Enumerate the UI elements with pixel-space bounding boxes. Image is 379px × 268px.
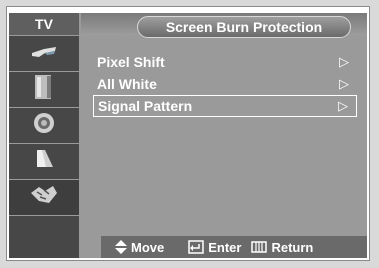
help-bar: Move Enter Return — [101, 236, 367, 258]
help-enter: Enter — [188, 240, 241, 255]
osd-panel: TV Screen Burn Protection Pixel Shift ▷ … — [9, 13, 367, 258]
help-return-label: Return — [271, 239, 314, 255]
chevron-right-icon: ▷ — [338, 98, 348, 113]
page-title: Screen Burn Protection — [137, 16, 351, 38]
sidebar-item-input[interactable] — [9, 180, 79, 216]
menu-item-label: All White — [97, 76, 157, 92]
sound-icon — [33, 73, 55, 106]
up-down-arrow-icon — [115, 240, 127, 254]
return-icon — [251, 240, 268, 254]
help-move-label: Move — [131, 239, 165, 255]
enter-icon — [188, 240, 204, 254]
picture-icon — [29, 43, 59, 64]
channel-icon — [33, 112, 55, 139]
sidebar-item-channel[interactable] — [9, 108, 79, 144]
menu-list: Pixel Shift ▷ All White ▷ Signal Pattern… — [93, 51, 357, 117]
title-bar: Screen Burn Protection — [81, 13, 367, 38]
sidebar — [9, 36, 79, 258]
chevron-right-icon: ▷ — [339, 76, 349, 91]
sidebar-item-sound[interactable] — [9, 72, 79, 108]
menu-item-label: Signal Pattern — [98, 98, 193, 114]
menu-item-all-white[interactable]: All White ▷ — [93, 73, 357, 95]
tv-section-label: TV — [9, 13, 79, 35]
menu-item-pixel-shift[interactable]: Pixel Shift ▷ — [93, 51, 357, 73]
chevron-right-icon: ▷ — [339, 54, 349, 69]
help-return: Return — [251, 240, 313, 255]
setup-icon — [33, 147, 55, 176]
menu-item-signal-pattern[interactable]: Signal Pattern ▷ — [93, 95, 357, 117]
help-move: Move — [115, 240, 164, 255]
input-icon — [29, 183, 59, 212]
sidebar-item-setup[interactable] — [9, 144, 79, 180]
help-enter-label: Enter — [208, 239, 242, 255]
sidebar-item-picture[interactable] — [9, 36, 79, 72]
menu-item-label: Pixel Shift — [97, 54, 165, 70]
